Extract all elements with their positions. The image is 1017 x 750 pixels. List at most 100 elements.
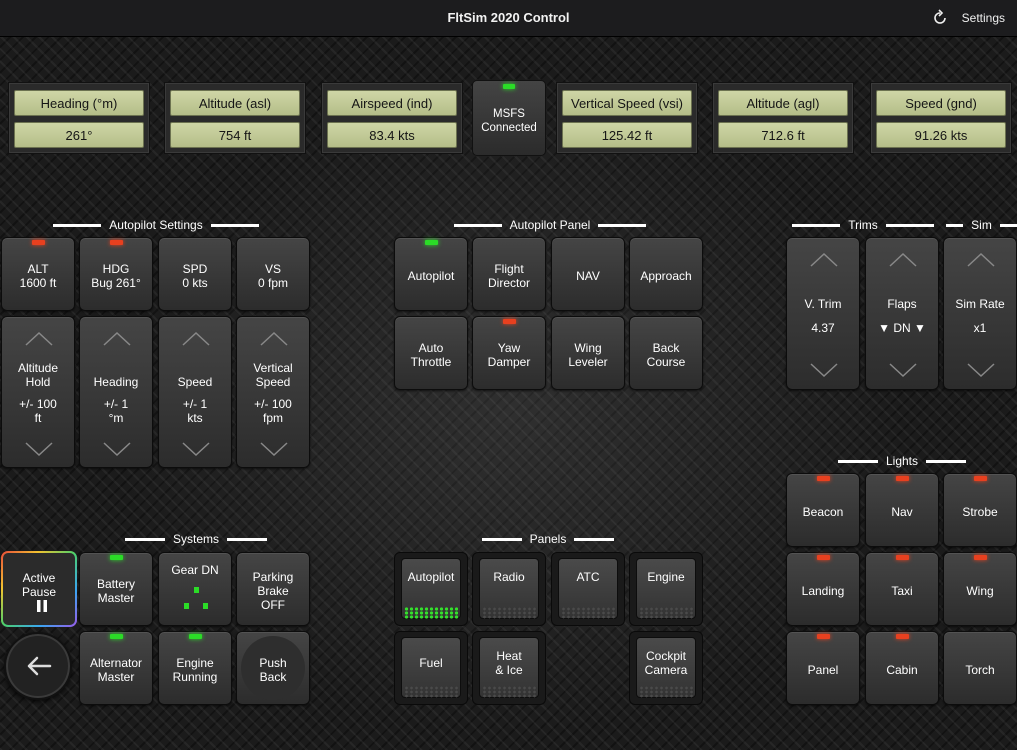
vertical-speed-stepper[interactable]: Vertical Speed +/- 100 fpm: [236, 316, 310, 468]
light-nav-button[interactable]: Nav: [865, 473, 939, 547]
chevron-up-icon[interactable]: [809, 252, 839, 268]
chevron-down-icon[interactable]: [259, 441, 289, 457]
section-title-systems: Systems: [122, 532, 270, 546]
status-led: [189, 634, 202, 639]
chevron-down-icon[interactable]: [966, 362, 996, 378]
indicator: [639, 686, 693, 698]
panel-fuel-button[interactable]: Fuel: [394, 631, 468, 705]
gauge-label: Vertical Speed (vsi): [562, 90, 692, 116]
engine-running-button[interactable]: Engine Running: [158, 631, 232, 705]
msfs-status-text: MSFS Connected: [481, 108, 537, 134]
panel-heat-ice-button[interactable]: Heat & Ice: [472, 631, 546, 705]
section-title-autopilot-settings: Autopilot Settings: [48, 218, 264, 232]
gauge-heading: Heading (°m) 261°: [8, 82, 150, 154]
yaw-damper-button[interactable]: Yaw Damper: [472, 316, 546, 390]
status-led: [425, 240, 438, 245]
ap-vs-button[interactable]: VS 0 fpm: [236, 237, 310, 311]
chevron-down-icon[interactable]: [809, 362, 839, 378]
light-strobe-button[interactable]: Strobe: [943, 473, 1017, 547]
battery-master-button[interactable]: Battery Master: [79, 552, 153, 626]
nav-button[interactable]: NAV: [551, 237, 625, 311]
gauge-value: 754 ft: [170, 122, 300, 148]
chevron-down-icon[interactable]: [24, 441, 54, 457]
v-trim-stepper[interactable]: V. Trim 4.37: [786, 237, 860, 390]
altitude-hold-stepper[interactable]: Altitude Hold +/- 100 ft: [1, 316, 75, 468]
wing-leveler-button[interactable]: Wing Leveler: [551, 316, 625, 390]
gauge-value: 125.42 ft: [562, 122, 692, 148]
active-pause-button[interactable]: Active Pause: [1, 551, 77, 627]
chevron-up-icon[interactable]: [24, 331, 54, 347]
status-led: [503, 84, 515, 89]
panel-engine-button[interactable]: Engine: [629, 552, 703, 626]
gauge-vertical-speed: Vertical Speed (vsi) 125.42 ft: [556, 82, 698, 154]
gauge-label: Airspeed (ind): [327, 90, 457, 116]
section-title-panels: Panels: [478, 532, 618, 546]
panel-atc-button[interactable]: ATC: [551, 552, 625, 626]
alternator-master-button[interactable]: Alternator Master: [79, 631, 153, 705]
section-title-autopilot-panel: Autopilot Panel: [450, 218, 650, 232]
light-beacon-button[interactable]: Beacon: [786, 473, 860, 547]
back-button[interactable]: [4, 632, 72, 700]
status-led: [896, 476, 909, 481]
auto-throttle-button[interactable]: Auto Throttle: [394, 316, 468, 390]
indicator: [561, 607, 615, 619]
status-led: [896, 634, 909, 639]
panel-autopilot-button[interactable]: Autopilot: [394, 552, 468, 626]
gauge-ground-speed: Speed (gnd) 91.26 kts: [870, 82, 1012, 154]
gauge-value: 261°: [14, 122, 144, 148]
chevron-up-icon[interactable]: [888, 252, 918, 268]
gauge-value: 712.6 ft: [718, 122, 848, 148]
ap-spd-button[interactable]: SPD 0 kts: [158, 237, 232, 311]
ap-alt-button[interactable]: ALT 1600 ft: [1, 237, 75, 311]
panel-radio-button[interactable]: Radio: [472, 552, 546, 626]
chevron-up-icon[interactable]: [181, 331, 211, 347]
indicator: [482, 686, 536, 698]
status-led: [110, 555, 123, 560]
autopilot-master-button[interactable]: Autopilot: [394, 237, 468, 311]
app-title: FltSim 2020 Control: [447, 10, 570, 25]
gear-button[interactable]: Gear DN: [158, 552, 232, 626]
gauge-label: Heading (°m): [14, 90, 144, 116]
chevron-down-icon[interactable]: [181, 441, 211, 457]
status-led: [32, 240, 45, 245]
light-torch-button[interactable]: Torch: [943, 631, 1017, 705]
ap-hdg-button[interactable]: HDG Bug 261°: [79, 237, 153, 311]
panel-cockpit-camera-button[interactable]: Cockpit Camera: [629, 631, 703, 705]
status-led: [817, 634, 830, 639]
gauge-label: Altitude (asl): [170, 90, 300, 116]
heading-stepper[interactable]: Heading +/- 1 °m: [79, 316, 153, 468]
flight-director-button[interactable]: Flight Director: [472, 237, 546, 311]
push-back-button[interactable]: Push Back: [236, 631, 310, 705]
light-wing-button[interactable]: Wing: [943, 552, 1017, 626]
gauge-altitude-asl: Altitude (asl) 754 ft: [164, 82, 306, 154]
parking-brake-button[interactable]: Parking Brake OFF: [236, 552, 310, 626]
chevron-up-icon[interactable]: [259, 331, 289, 347]
approach-button[interactable]: Approach: [629, 237, 703, 311]
indicator: [482, 607, 536, 619]
back-course-button[interactable]: Back Course: [629, 316, 703, 390]
light-panel-button[interactable]: Panel: [786, 631, 860, 705]
light-landing-button[interactable]: Landing: [786, 552, 860, 626]
chevron-down-icon[interactable]: [102, 441, 132, 457]
gauge-value: 83.4 kts: [327, 122, 457, 148]
status-led: [110, 634, 123, 639]
status-led: [817, 555, 830, 560]
light-taxi-button[interactable]: Taxi: [865, 552, 939, 626]
settings-button[interactable]: Settings: [962, 11, 1005, 25]
section-title-sim: Sim: [946, 218, 1017, 232]
flaps-stepper[interactable]: Flaps ▼ DN ▼: [865, 237, 939, 390]
indicator: [404, 686, 458, 698]
chevron-up-icon[interactable]: [966, 252, 996, 268]
status-led: [503, 319, 516, 324]
sim-rate-stepper[interactable]: Sim Rate x1: [943, 237, 1017, 390]
refresh-icon[interactable]: [931, 9, 949, 27]
gauge-label: Speed (gnd): [876, 90, 1006, 116]
gear-indicator-icon: [184, 587, 208, 609]
status-led: [974, 555, 987, 560]
chevron-up-icon[interactable]: [102, 331, 132, 347]
speed-stepper[interactable]: Speed +/- 1 kts: [158, 316, 232, 468]
light-cabin-button[interactable]: Cabin: [865, 631, 939, 705]
chevron-down-icon[interactable]: [888, 362, 918, 378]
status-led: [974, 476, 987, 481]
active-indicator: [404, 607, 458, 619]
